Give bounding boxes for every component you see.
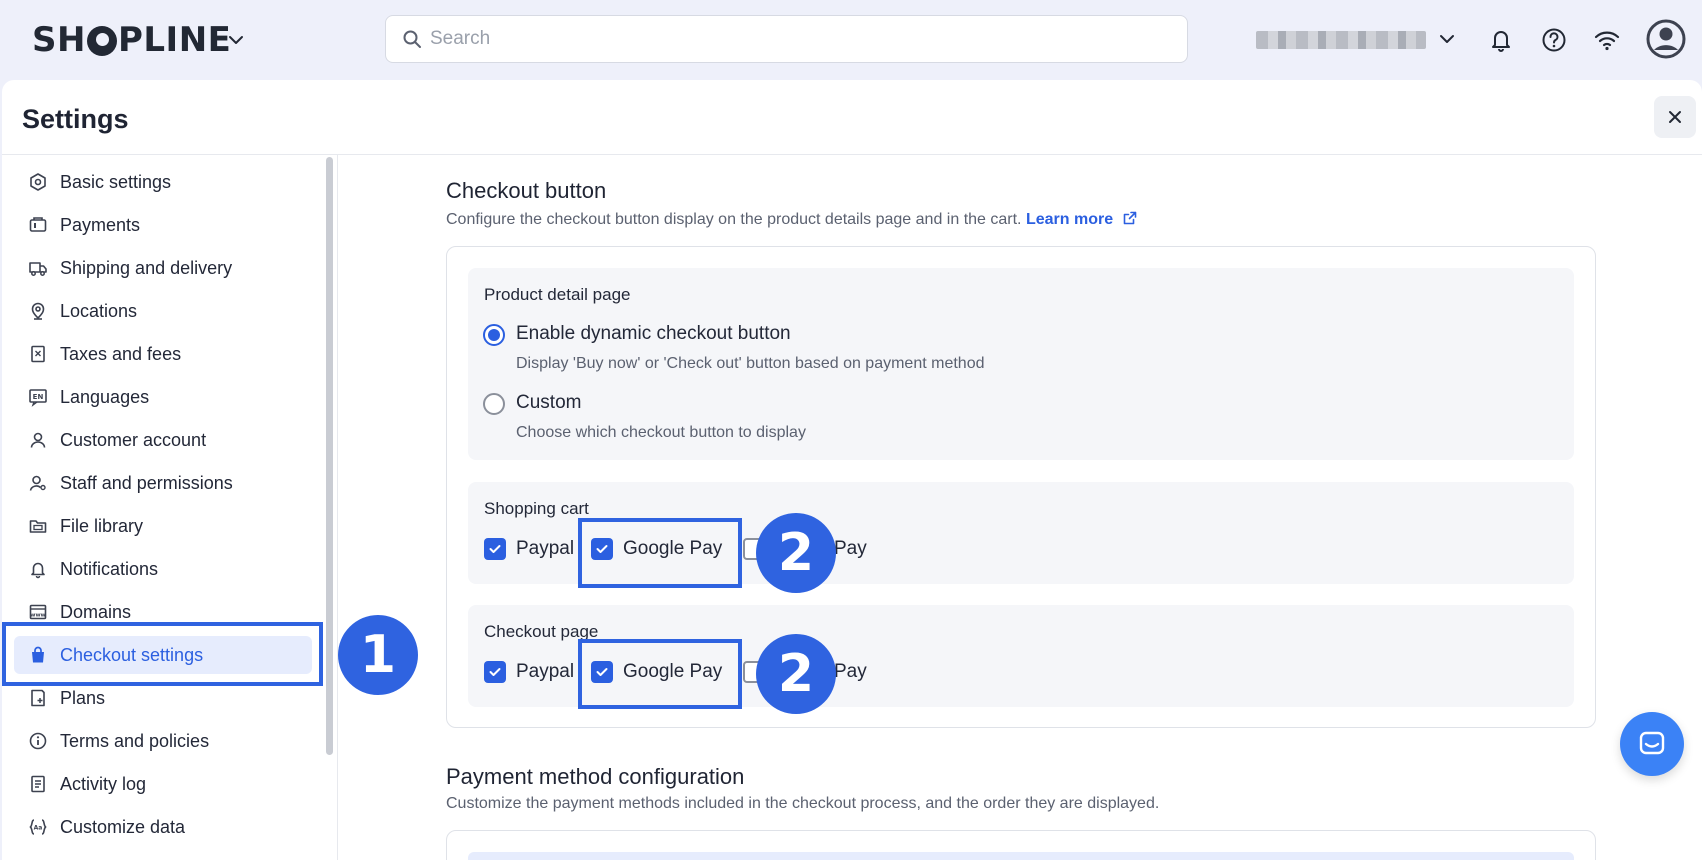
custom-data-icon: Aa <box>29 819 47 835</box>
checkout-third-pay-label: Pay <box>834 661 867 682</box>
domain-icon: www <box>29 604 47 620</box>
hexagon-settings-icon <box>30 173 46 191</box>
step-badge-1: 1 <box>338 615 418 695</box>
store-name-blurred[interactable] <box>1256 31 1426 49</box>
sidebar-item-payments[interactable]: Payments <box>14 206 312 244</box>
sidebar-item-label: Languages <box>60 386 150 407</box>
external-link-icon <box>1123 211 1136 225</box>
description-text: Configure the checkout button display on… <box>446 211 1022 228</box>
checkmark-icon <box>489 668 501 676</box>
step-badge-2-checkout: 2 <box>756 634 836 714</box>
receipt-icon <box>31 345 45 363</box>
staff-icon <box>29 475 46 491</box>
highlight-box-checkout-settings <box>2 622 323 686</box>
sidebar-item-label: Notifications <box>60 558 159 579</box>
svg-text:Aa: Aa <box>34 825 43 832</box>
language-icon: EN <box>29 389 47 407</box>
step-badge-2-cart: 2 <box>756 513 836 593</box>
sidebar-item-terms[interactable]: Terms and policies <box>14 722 312 760</box>
sidebar-item-basic-settings[interactable]: Basic settings <box>14 163 312 201</box>
sidebar-scrollbar[interactable] <box>326 157 333 755</box>
sidebar-item-label: Shipping and delivery <box>60 257 233 278</box>
info-icon <box>29 732 47 750</box>
payment-config-banner <box>468 852 1574 860</box>
logo-text-start: SH <box>32 20 86 60</box>
search-bar[interactable] <box>385 15 1188 63</box>
sidebar-item-activity-log[interactable]: Activity log <box>14 765 312 803</box>
sidebar-item-label: File library <box>60 515 144 536</box>
sidebar-item-taxes[interactable]: Taxes and fees <box>14 335 312 373</box>
account-chevron-down-icon[interactable] <box>1436 28 1458 50</box>
sidebar-item-label: Staff and permissions <box>60 472 233 493</box>
sidebar-item-label: Customer account <box>60 429 207 450</box>
checkout-button-title: Checkout button <box>446 178 607 203</box>
option-dynamic-checkout-label: Enable dynamic checkout button <box>516 323 791 344</box>
wifi-icon[interactable] <box>1593 26 1621 54</box>
sidebar-item-label: Terms and policies <box>60 730 210 751</box>
sidebar-item-languages[interactable]: EN Languages <box>14 378 312 416</box>
chat-icon <box>1639 731 1665 755</box>
option-custom-desc: Choose which checkout button to display <box>516 424 806 441</box>
avatar-icon[interactable] <box>1646 19 1686 59</box>
settings-sidebar: Basic settings Payments Shipping and del… <box>2 155 338 860</box>
top-bar: SH PLINE <box>0 0 1702 80</box>
sidebar-item-shipping[interactable]: Shipping and delivery <box>14 249 312 287</box>
bell-icon <box>31 562 45 579</box>
sidebar-item-staff[interactable]: Staff and permissions <box>14 464 312 502</box>
svg-text:www: www <box>30 613 45 619</box>
svg-text:EN: EN <box>33 393 44 401</box>
highlight-box-cart-google-pay <box>578 518 742 588</box>
sidebar-item-customize-data[interactable]: Aa Customize data <box>14 808 312 846</box>
search-input[interactable] <box>430 28 1170 50</box>
option-dynamic-checkout-desc: Display 'Buy now' or 'Check out' button … <box>516 355 985 372</box>
chevron-down-icon[interactable] <box>226 30 246 50</box>
radio-custom[interactable] <box>483 393 505 415</box>
help-icon[interactable] <box>1540 26 1568 54</box>
checkout-paypal-label: Paypal <box>516 661 575 682</box>
sidebar-item-locations[interactable]: Locations <box>14 292 312 330</box>
user-icon <box>30 432 46 448</box>
wallet-icon <box>29 217 47 232</box>
sidebar-item-customer-account[interactable]: Customer account <box>14 421 312 459</box>
payment-config-description: Customize the payment methods included i… <box>446 795 1160 812</box>
bell-icon[interactable] <box>1487 26 1515 54</box>
sidebar-item-notifications[interactable]: Notifications <box>14 550 312 588</box>
product-detail-title: Product detail page <box>484 285 631 304</box>
shopline-logo[interactable]: SH PLINE <box>32 20 231 60</box>
truck-icon <box>29 262 47 276</box>
checkout-paypal-checkbox[interactable] <box>484 661 506 683</box>
sidebar-item-label: Basic settings <box>60 171 172 192</box>
logo-text-end: PLINE <box>117 20 232 60</box>
checkout-button-description: Configure the checkout button display on… <box>446 210 1138 229</box>
checkmark-icon <box>489 545 501 553</box>
payment-config-title: Payment method configuration <box>446 764 745 789</box>
shopping-cart-title: Shopping cart <box>484 499 589 518</box>
sidebar-item-label: Customize data <box>60 816 186 837</box>
search-icon <box>403 30 421 48</box>
sidebar-item-label: Locations <box>60 300 138 321</box>
cart-paypal-label: Paypal <box>516 538 575 559</box>
sidebar-item-label: Taxes and fees <box>60 343 182 364</box>
plans-icon <box>31 689 45 707</box>
folder-icon <box>29 520 47 533</box>
sidebar-item-label: Domains <box>60 601 132 622</box>
close-button[interactable] <box>1654 96 1696 138</box>
learn-more-link[interactable]: Learn more <box>1026 211 1138 228</box>
sidebar-item-label: Plans <box>60 687 106 708</box>
logo-o-mark-icon <box>86 26 117 56</box>
cart-paypal-checkbox[interactable] <box>484 538 506 560</box>
sidebar-item-file-library[interactable]: File library <box>14 507 312 545</box>
page-title: Settings <box>22 104 129 134</box>
sidebar-item-label: Activity log <box>60 773 147 794</box>
cart-third-pay-label: Pay <box>834 538 867 559</box>
learn-more-text: Learn more <box>1025 211 1114 228</box>
option-custom-label: Custom <box>516 392 582 413</box>
radio-dynamic-checkout[interactable] <box>483 324 505 346</box>
close-icon <box>1669 111 1681 123</box>
location-pin-icon <box>31 302 45 320</box>
chat-support-button[interactable] <box>1620 712 1684 776</box>
log-icon <box>31 775 45 793</box>
sidebar-item-label: Payments <box>60 214 141 235</box>
highlight-box-checkout-google-pay <box>578 639 742 709</box>
